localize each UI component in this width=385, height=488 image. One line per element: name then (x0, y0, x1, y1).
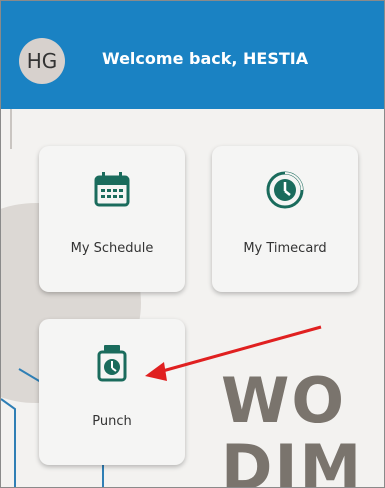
header-bar: HG Welcome back, HESTIA (1, 1, 384, 109)
avatar[interactable]: HG (19, 38, 65, 84)
timecard-clock-icon (266, 171, 304, 209)
tile-label: Punch (92, 414, 132, 429)
tile-my-timecard[interactable]: My Timecard (212, 146, 358, 292)
welcome-message: Welcome back, HESTIA (102, 49, 309, 68)
tile-label: My Schedule (70, 241, 154, 256)
tile-label: My Timecard (243, 241, 327, 256)
home-content: WO DIM My Schedule My Timecard Punch (1, 109, 384, 487)
calendar-icon (94, 172, 130, 207)
app-window: HG Welcome back, HESTIA WO DIM My Schedu… (0, 0, 385, 488)
tile-my-schedule[interactable]: My Schedule (39, 146, 185, 292)
punch-clock-icon (97, 345, 127, 382)
background-word-2: DIM (221, 431, 364, 487)
tile-punch[interactable]: Punch (39, 319, 185, 465)
background-word-1: WO (221, 364, 347, 437)
